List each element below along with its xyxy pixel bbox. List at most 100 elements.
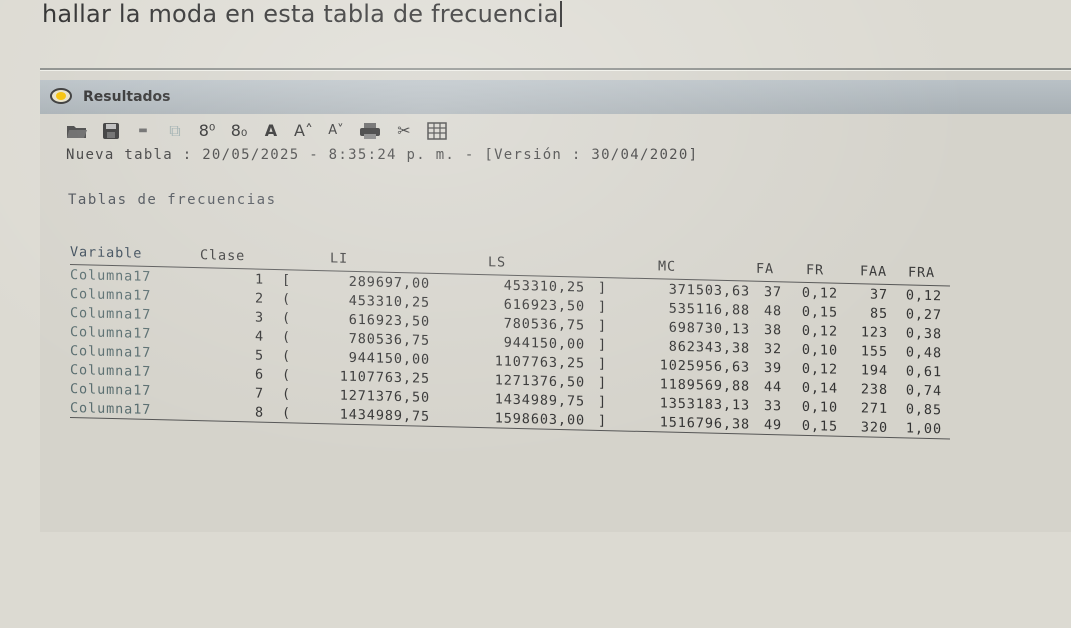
header-mc: MC <box>658 258 677 275</box>
cell-variable: Columna17 <box>70 400 152 418</box>
cell-mc: 862343,38 <box>668 338 750 357</box>
cell-faa: 37 <box>869 286 888 303</box>
results-title: Resultados <box>83 89 171 105</box>
cell-fra: 0,38 <box>905 325 942 343</box>
cell-close-bracket: ] <box>598 355 608 373</box>
header-fr: FR <box>806 261 825 279</box>
cell-open-bracket: ( <box>282 367 292 384</box>
cell-fr: 0,14 <box>801 379 838 397</box>
decimals-more-button[interactable]: 8⁰ <box>198 120 216 142</box>
cell-variable: Columna17 <box>70 362 152 380</box>
cell-faa: 123 <box>860 324 888 341</box>
cell-fr: 0,10 <box>801 398 838 416</box>
font-increase-button[interactable]: A˄ <box>294 120 313 142</box>
cell-mc: 371503,63 <box>668 281 750 300</box>
cell-li: 1271376,50 <box>339 387 430 406</box>
print-icon[interactable] <box>359 122 381 140</box>
cell-open-bracket: ( <box>282 386 292 403</box>
cell-li: 616923,50 <box>348 311 430 330</box>
font-button[interactable]: A <box>262 120 280 142</box>
header-variable: Variable <box>70 244 143 262</box>
cell-faa: 320 <box>860 419 888 436</box>
cell-fr: 0,10 <box>801 341 838 359</box>
cell-mc: 535116,88 <box>668 300 750 319</box>
cell-close-bracket: ] <box>598 279 608 297</box>
cell-mc: 1353183,13 <box>659 395 750 414</box>
cell-li: 780536,75 <box>348 330 430 349</box>
cell-fa: 44 <box>763 378 782 396</box>
cell-open-bracket: ( <box>282 348 292 365</box>
cell-fra: 1,00 <box>905 420 942 438</box>
cell-faa: 238 <box>860 381 888 398</box>
cell-li: 289697,00 <box>348 273 430 292</box>
cell-close-bracket: ] <box>598 317 608 335</box>
cell-fa: 32 <box>763 340 782 358</box>
cell-mc: 1516796,38 <box>659 414 750 433</box>
cell-clase: 2 <box>254 290 264 307</box>
table-grid-icon[interactable] <box>427 122 447 140</box>
cell-close-bracket: ] <box>598 298 608 316</box>
cell-fa: 49 <box>763 416 782 434</box>
cell-clase: 7 <box>254 385 264 402</box>
cell-li: 453310,25 <box>348 292 430 311</box>
cell-fra: 0,85 <box>905 401 942 419</box>
cell-clase: 4 <box>254 328 264 345</box>
cell-clase: 1 <box>254 271 264 288</box>
cell-fra: 0,12 <box>905 287 942 305</box>
cell-variable: Columna17 <box>70 381 152 399</box>
cell-close-bracket: ] <box>598 336 608 354</box>
cell-clase: 8 <box>254 404 264 421</box>
results-toolbar: ▬ ⧉ 8⁰ 8₀ A A˄ A˅ ✂ <box>66 118 447 144</box>
cell-variable: Columna17 <box>70 267 152 285</box>
cell-faa: 155 <box>860 343 888 360</box>
decimals-less-button[interactable]: 8₀ <box>230 120 248 142</box>
header-fa: FA <box>756 260 775 278</box>
header-clase: Clase <box>200 247 246 265</box>
cell-fr: 0,12 <box>801 322 838 340</box>
cell-open-bracket: ( <box>282 291 292 308</box>
minus-icon[interactable]: ▬ <box>134 120 152 142</box>
copy-icon[interactable]: ⧉ <box>166 120 184 142</box>
open-folder-icon[interactable] <box>66 122 88 140</box>
results-titlebar: Resultados <box>40 80 1071 114</box>
section-title: Tablas de frecuencias <box>68 192 277 208</box>
cell-close-bracket: ] <box>598 393 608 411</box>
header-ls: LS <box>488 254 507 271</box>
cell-faa: 271 <box>860 400 888 417</box>
cell-close-bracket: ] <box>598 374 608 392</box>
cell-clase: 3 <box>254 309 264 326</box>
save-icon[interactable] <box>102 122 120 140</box>
new-table-line: Nueva tabla : 20/05/2025 - 8:35:24 p. m.… <box>66 147 699 163</box>
cell-li: 1434989,75 <box>339 406 430 425</box>
cell-clase: 5 <box>254 347 264 364</box>
cell-faa: 85 <box>869 305 888 322</box>
cell-fra: 0,61 <box>905 363 942 381</box>
cell-open-bracket: ( <box>282 329 292 346</box>
cell-ls: 1598603,00 <box>494 410 585 429</box>
cell-mc: 698730,13 <box>668 319 750 338</box>
cell-li: 944150,00 <box>348 349 430 368</box>
text-caret <box>559 1 562 27</box>
cell-faa: 194 <box>860 362 888 379</box>
font-decrease-button[interactable]: A˅ <box>327 120 345 142</box>
cell-fr: 0,12 <box>801 284 838 302</box>
question-text: hallar la moda en esta tabla de frecuenc… <box>42 0 562 28</box>
results-window: Resultados ▬ ⧉ 8⁰ 8₀ A A˄ A˅ ✂ Nueva tab… <box>40 68 1071 532</box>
cell-fr: 0,15 <box>801 417 838 435</box>
cell-open-bracket: [ <box>282 272 292 289</box>
header-li: LI <box>330 250 349 267</box>
cell-close-bracket: ] <box>598 412 608 430</box>
cell-variable: Columna17 <box>70 305 152 323</box>
frequency-table: Variable Clase LI LS MC FA FR FAA FRA Co… <box>70 242 950 440</box>
results-icon <box>50 87 72 105</box>
cell-open-bracket: ( <box>282 310 292 327</box>
cell-fa: 37 <box>763 283 782 301</box>
cell-fra: 0,74 <box>905 382 942 400</box>
cell-fr: 0,15 <box>801 303 838 321</box>
cell-fa: 48 <box>763 302 782 320</box>
cell-mc: 1189569,88 <box>659 376 750 395</box>
cell-fa: 38 <box>763 321 782 339</box>
cell-clase: 6 <box>254 366 264 383</box>
clear-icon[interactable]: ✂ <box>395 120 413 142</box>
cell-fa: 39 <box>763 359 782 377</box>
